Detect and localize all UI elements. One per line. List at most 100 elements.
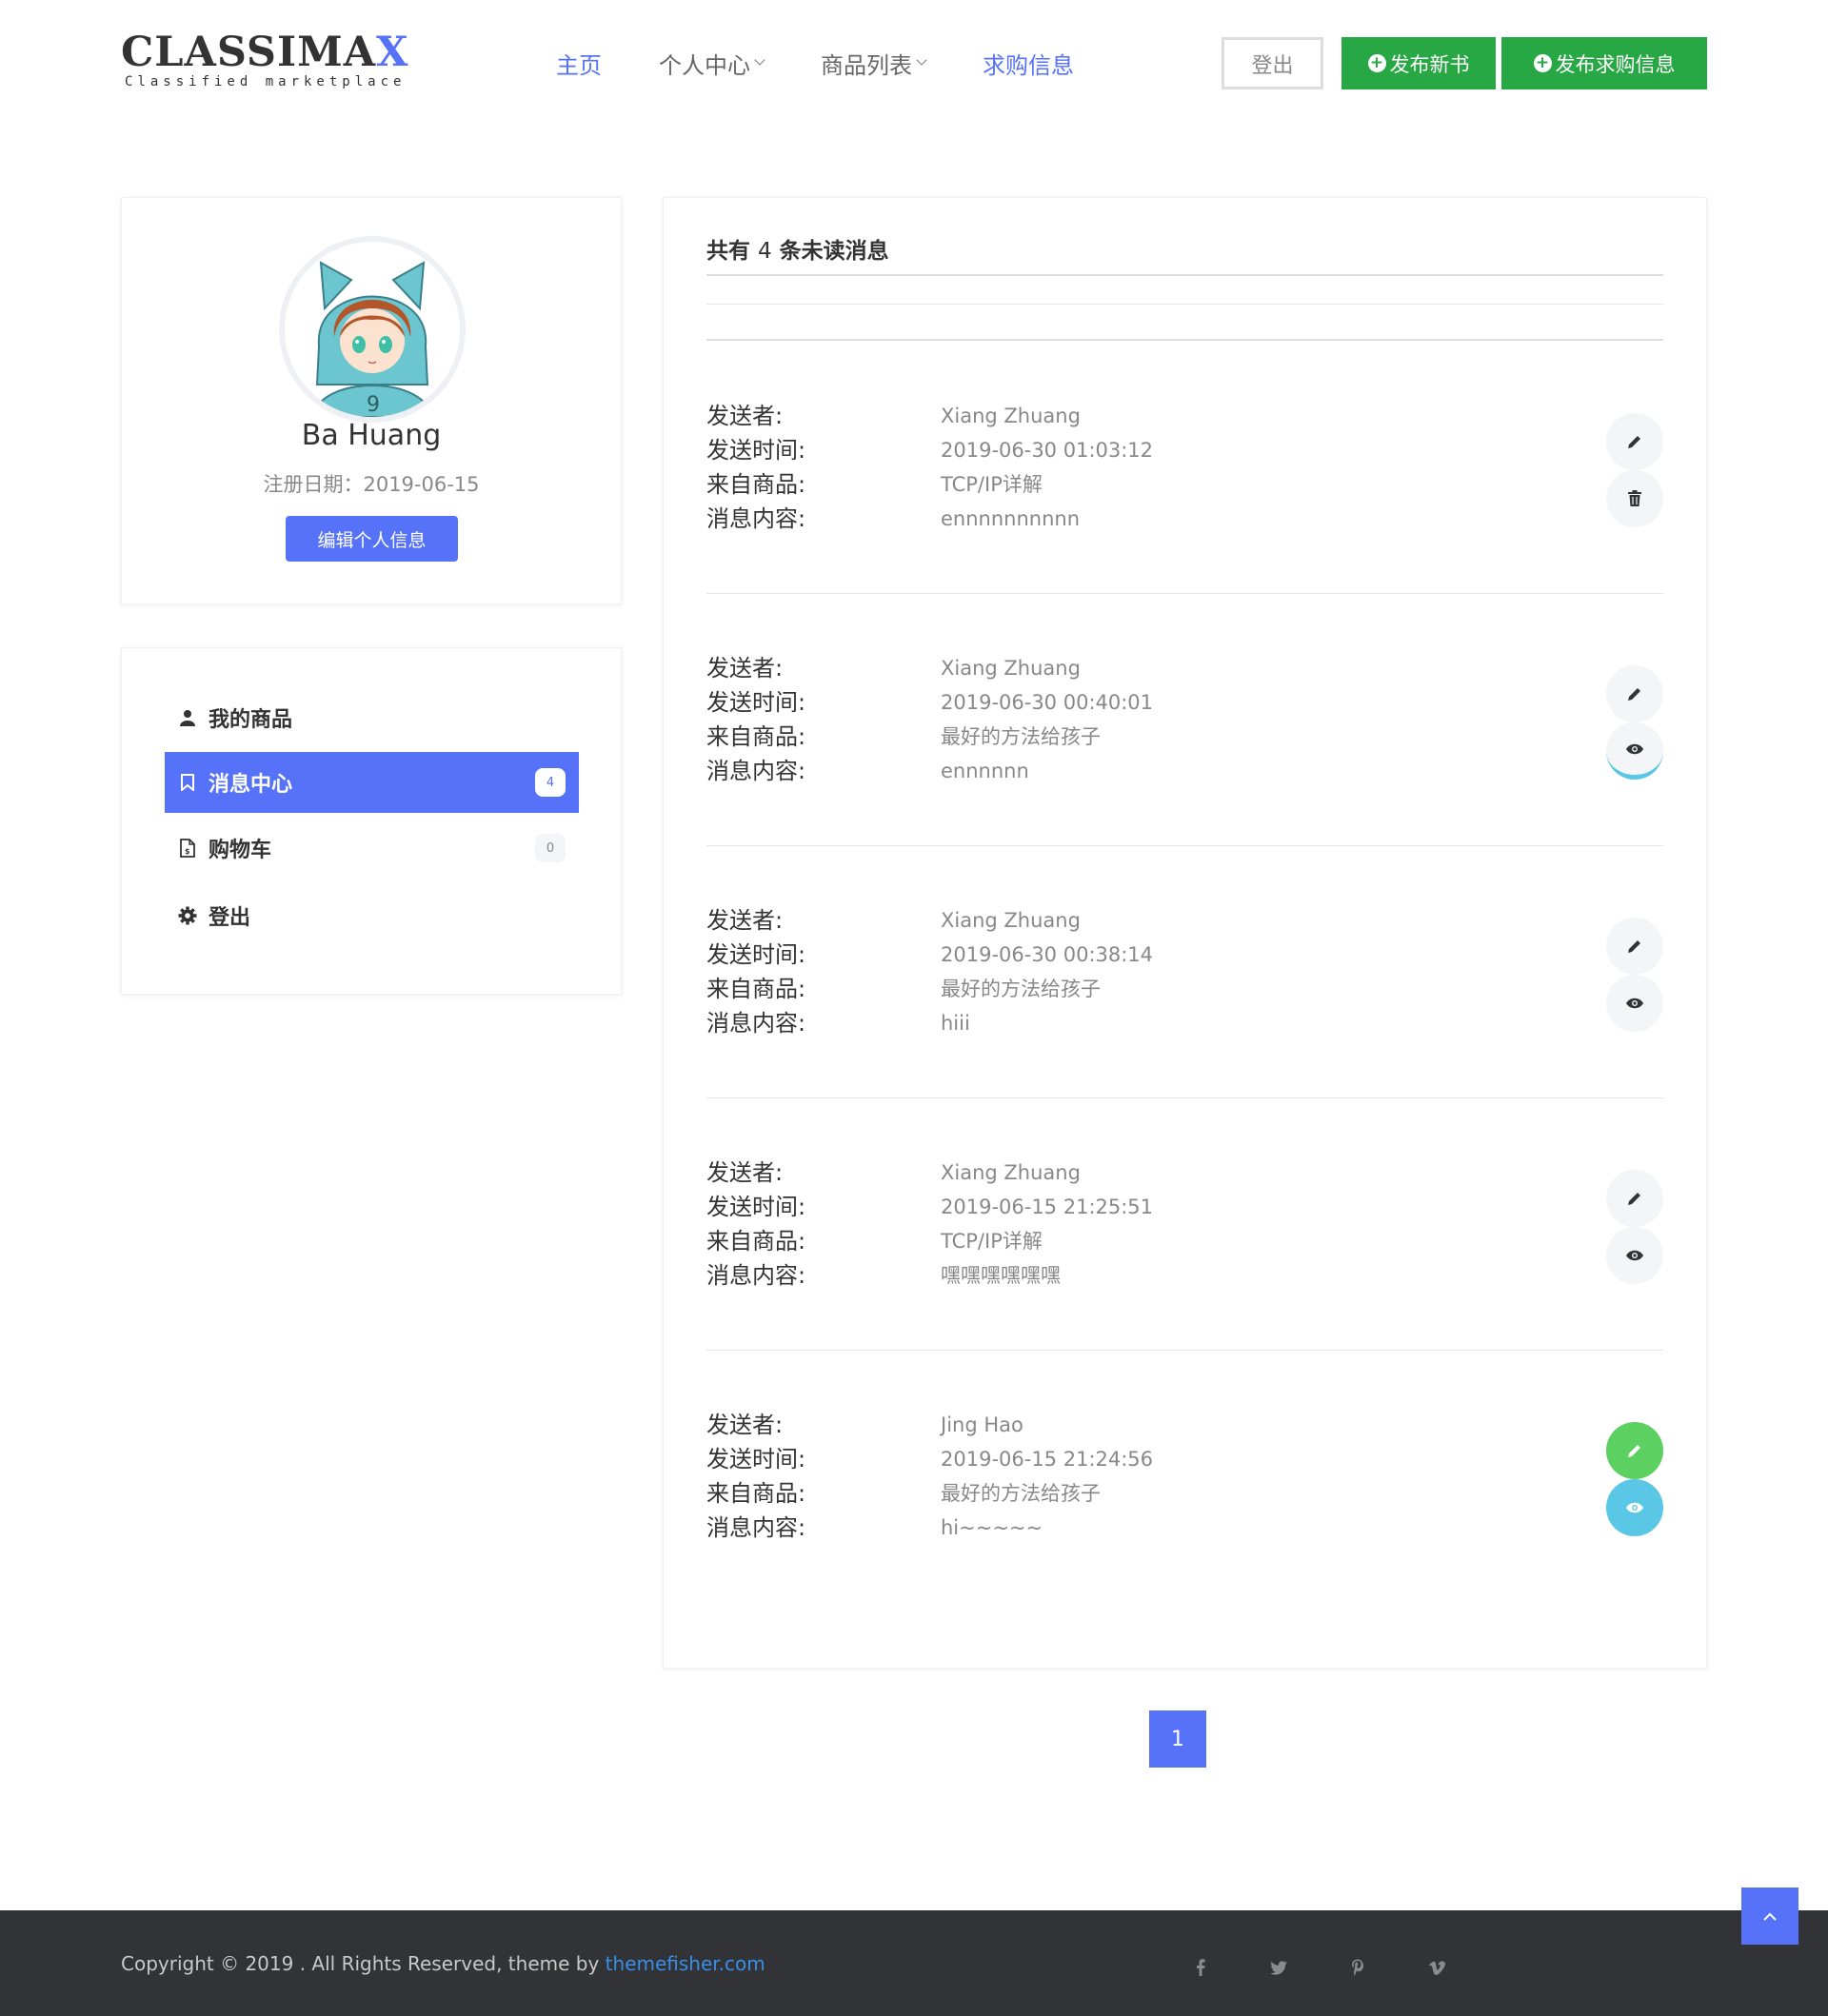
publish-request-button[interactable]: + 发布求购信息 [1501, 37, 1707, 89]
pinterest-icon[interactable] [1346, 1956, 1369, 1979]
message-item: 发送者: Xiang Zhuang 发送时间: 2019-06-15 21:25:5… [706, 1156, 1663, 1327]
sender-value: Jing Hao [941, 1413, 1023, 1436]
themefisher-link[interactable]: themefisher.com [606, 1952, 765, 1975]
time-label: 发送时间: [706, 1194, 806, 1220]
content-label: 消息内容: [706, 1514, 806, 1541]
file-icon: $ [178, 839, 197, 858]
view-message-button[interactable] [1606, 722, 1663, 780]
sidebar-item-message-center[interactable]: 消息中心 4 [165, 752, 579, 813]
nav-home[interactable]: 主页 [556, 47, 602, 80]
publish-book-button[interactable]: + 发布新书 [1341, 37, 1496, 89]
product-label: 来自商品: [706, 1228, 806, 1255]
product-value: 最好的方法给孩子 [941, 1482, 1101, 1505]
messages-card: 共有 4 条未读消息 发送者: Xiang Zhuang 发送时间: 2019-06… [663, 197, 1707, 1669]
svg-text:9: 9 [367, 393, 380, 417]
avatar: 9 [279, 236, 466, 423]
edit-profile-button[interactable]: 编辑个人信息 [286, 516, 458, 562]
register-date: 注册日期：2019-06-15 [263, 473, 480, 496]
cart-badge: 0 [535, 834, 566, 862]
main-nav: 主页 个人中心 商品列表 求购信息 [556, 44, 1131, 82]
divider [706, 1350, 1663, 1351]
logo-text: CLASSIMAX [121, 29, 409, 76]
product-label: 来自商品: [706, 723, 806, 750]
pencil-icon [1628, 436, 1640, 448]
view-message-button[interactable] [1606, 1227, 1663, 1284]
scroll-to-top-button[interactable] [1741, 1888, 1798, 1945]
sender-label: 发送者: [706, 655, 784, 682]
product-value: 最好的方法给孩子 [941, 978, 1101, 1000]
divider [706, 845, 1663, 846]
content-value: ennnnnnnnnn [941, 507, 1081, 530]
sender-value: Xiang Zhuang [941, 657, 1081, 680]
eye-icon [1626, 998, 1643, 1009]
nav-personal-center[interactable]: 个人中心 [659, 47, 765, 80]
divider [706, 593, 1663, 594]
sidebar-item-label: 消息中心 [209, 773, 293, 797]
logout-button[interactable]: 登出 [1222, 37, 1323, 89]
product-label: 来自商品: [706, 976, 806, 1002]
vimeo-icon[interactable] [1425, 1956, 1448, 1979]
profile-card: 9 Ba Huang 注册日期：2019-06-15 编辑个人信息 [121, 197, 622, 604]
edit-message-button[interactable] [1606, 665, 1663, 722]
content-value: hi~~~~~ [941, 1516, 1043, 1539]
time-label: 发送时间: [706, 1446, 806, 1472]
content-label: 消息内容: [706, 1010, 806, 1037]
facebook-icon[interactable] [1189, 1956, 1212, 1979]
sidebar-item-logout[interactable]: 登出 [165, 885, 579, 946]
product-label: 来自商品: [706, 471, 806, 498]
product-value: TCP/IP详解 [941, 473, 1043, 496]
pencil-icon [1628, 1445, 1640, 1457]
time-value: 2019-06-15 21:24:56 [941, 1448, 1154, 1471]
content-label: 消息内容: [706, 758, 806, 784]
sender-value: Xiang Zhuang [941, 1161, 1081, 1184]
logo[interactable]: CLASSIMAX Classified marketplace [121, 29, 407, 95]
time-label: 发送时间: [706, 437, 806, 464]
plus-circle-icon: + [1533, 54, 1552, 72]
sidebar-item-label: 购物车 [209, 839, 272, 862]
unread-badge: 4 [535, 768, 566, 797]
divider [706, 1097, 1663, 1098]
pagination-page-1[interactable]: 1 [1149, 1710, 1206, 1768]
chevron-down-icon [754, 54, 765, 66]
sidebar-item-label: 登出 [209, 906, 251, 930]
product-value: TCP/IP详解 [941, 1230, 1043, 1253]
time-value: 2019-06-15 21:25:51 [941, 1196, 1154, 1218]
nav-purchase-requests[interactable]: 求购信息 [983, 47, 1074, 80]
pencil-icon [1628, 688, 1640, 701]
content-label: 消息内容: [706, 1262, 806, 1289]
edit-message-button[interactable] [1606, 1422, 1663, 1479]
edit-message-button[interactable] [1606, 413, 1663, 470]
edit-message-button[interactable] [1606, 1170, 1663, 1227]
view-message-button[interactable] [1606, 975, 1663, 1032]
sidebar-item-cart[interactable]: $ 购物车 0 [165, 818, 579, 879]
sender-label: 发送者: [706, 1159, 784, 1186]
eye-icon [1626, 1250, 1643, 1261]
sidebar-item-my-products[interactable]: 我的商品 [165, 687, 579, 748]
sender-label: 发送者: [706, 907, 784, 934]
divider [706, 304, 1663, 305]
gear-icon [178, 906, 197, 925]
eye-icon [1626, 743, 1643, 754]
user-icon [178, 708, 197, 727]
time-label: 发送时间: [706, 941, 806, 968]
product-value: 最好的方法给孩子 [941, 725, 1101, 748]
time-value: 2019-06-30 01:03:12 [941, 439, 1154, 462]
nav-product-list[interactable]: 商品列表 [821, 47, 927, 80]
sender-value: Xiang Zhuang [941, 405, 1081, 427]
message-item: 发送者: Xiang Zhuang 发送时间: 2019-06-30 00:38:1… [706, 903, 1663, 1075]
view-message-button[interactable] [1606, 1479, 1663, 1536]
eye-icon [1626, 1502, 1643, 1513]
bookmark-icon [178, 773, 197, 792]
delete-message-button[interactable] [1606, 470, 1663, 527]
site-header: CLASSIMAX Classified marketplace 主页 个人中心… [0, 0, 1828, 126]
divider [706, 274, 1663, 276]
twitter-icon[interactable] [1267, 1956, 1290, 1979]
message-item: 发送者: Jing Hao 发送时间: 2019-06-15 21:24:56 来自… [706, 1408, 1663, 1579]
message-item: 发送者: Xiang Zhuang 发送时间: 2019-06-30 01:03:1… [706, 399, 1663, 570]
site-footer: Copyright © 2019 . All Rights Reserved, … [0, 1910, 1828, 2016]
pencil-icon [1628, 1193, 1640, 1205]
copyright-text: Copyright © 2019 . All Rights Reserved, … [121, 1952, 765, 1975]
edit-message-button[interactable] [1606, 918, 1663, 975]
content-value: ennnnnn [941, 760, 1029, 782]
content-value: hiii [941, 1012, 970, 1035]
